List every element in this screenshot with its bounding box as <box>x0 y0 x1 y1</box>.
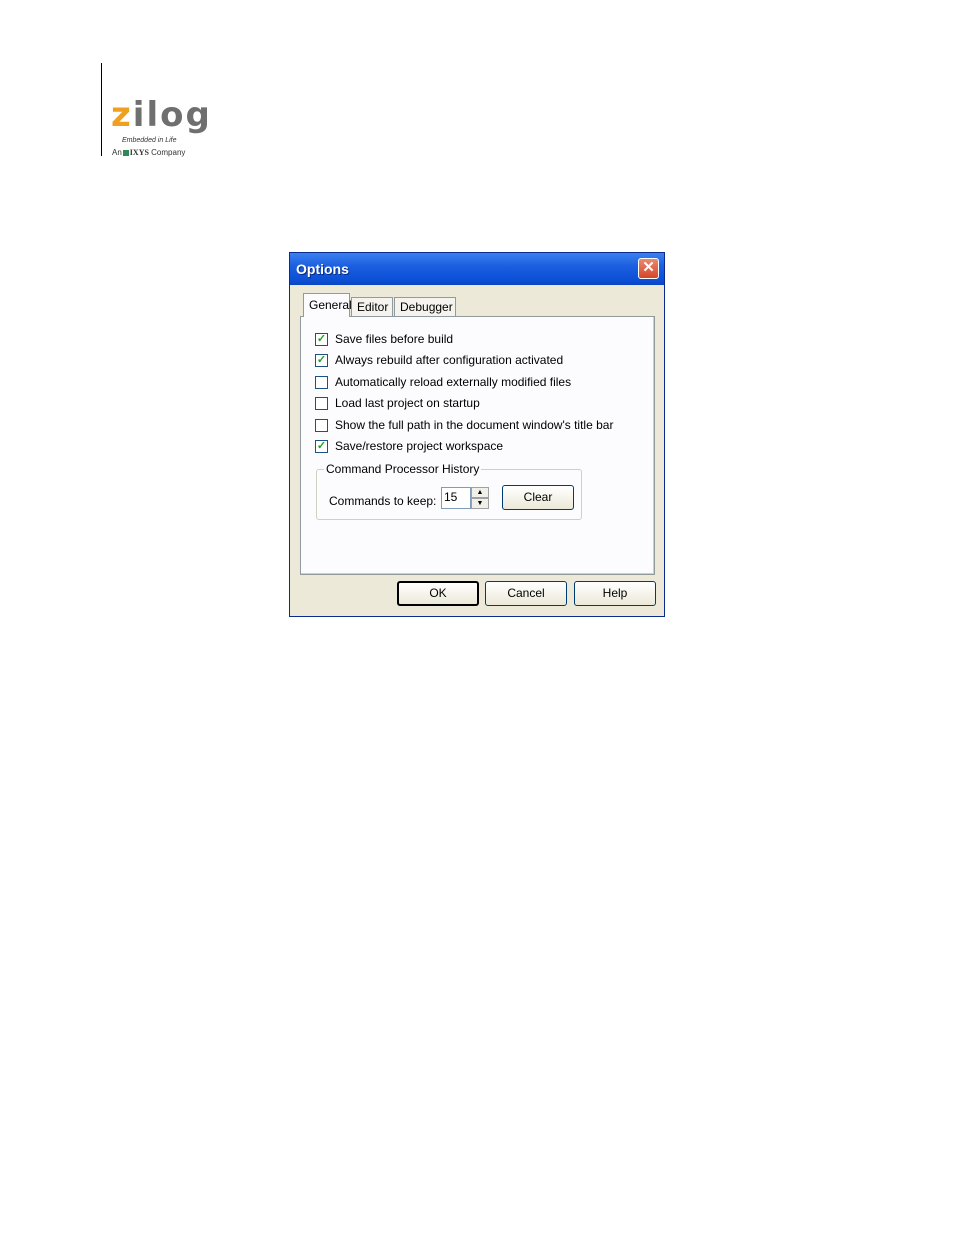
arrow-up-icon: ▲ <box>476 489 484 496</box>
checkmark-icon: ✓ <box>316 353 327 366</box>
option-full-path[interactable]: Show the full path in the document windo… <box>315 417 613 433</box>
option-auto-reload[interactable]: Automatically reload externally modified… <box>315 374 571 390</box>
logo-wordmark: zilog <box>111 95 212 135</box>
help-button[interactable]: Help <box>574 581 656 606</box>
dialog-titlebar[interactable]: Options ✕ <box>290 253 664 285</box>
dialog-client-area: General Editor Debugger ✓ Save files bef… <box>293 285 661 615</box>
option-save-files[interactable]: ✓ Save files before build <box>315 331 453 347</box>
option-label: Save/restore project workspace <box>335 439 504 453</box>
logo-company-line: An IXYS Company <box>112 148 186 157</box>
checkbox-load-last-project[interactable] <box>315 396 328 410</box>
logo-tagline: Embedded in Life <box>122 137 177 144</box>
ok-button[interactable]: OK <box>397 581 479 606</box>
option-label: Always rebuild after configuration activ… <box>335 353 564 367</box>
close-button[interactable]: ✕ <box>638 258 659 279</box>
checkbox-full-path[interactable] <box>315 418 328 432</box>
group-title: Command Processor History <box>324 462 482 476</box>
clear-button[interactable]: Clear <box>502 485 574 510</box>
command-history-group: Command Processor History Commands to ke… <box>316 462 582 520</box>
close-icon: ✕ <box>642 259 655 276</box>
checkmark-icon: ✓ <box>316 332 327 345</box>
checkbox-auto-reload[interactable] <box>315 375 328 389</box>
cancel-button[interactable]: Cancel <box>485 581 567 606</box>
tab-editor[interactable]: Editor <box>351 297 393 316</box>
commands-to-keep-input[interactable]: 15 <box>441 487 471 509</box>
tab-general[interactable]: General <box>303 293 352 317</box>
checkbox-always-rebuild[interactable]: ✓ <box>315 353 328 367</box>
option-load-last-project[interactable]: Load last project on startup <box>315 395 480 411</box>
option-label: Save files before build <box>335 332 454 346</box>
zilog-logo: zilog Embedded in Life An IXYS Company <box>108 98 210 160</box>
option-label: Show the full path in the document windo… <box>335 418 614 432</box>
page-margin-rule <box>101 63 102 156</box>
checkbox-save-restore-workspace[interactable]: ✓ <box>315 439 328 453</box>
tab-debugger[interactable]: Debugger <box>394 297 456 316</box>
spin-down-button[interactable]: ▼ <box>471 498 489 509</box>
checkmark-icon: ✓ <box>316 439 327 452</box>
options-dialog: Options ✕ General Editor Debugger ✓ Save… <box>289 252 665 617</box>
arrow-down-icon: ▼ <box>476 500 484 507</box>
spin-up-button[interactable]: ▲ <box>471 487 489 498</box>
dialog-title: Options <box>296 261 349 277</box>
option-always-rebuild[interactable]: ✓ Always rebuild after configuration act… <box>315 352 563 368</box>
checkbox-save-files[interactable]: ✓ <box>315 332 328 346</box>
option-save-restore-workspace[interactable]: ✓ Save/restore project workspace <box>315 438 503 454</box>
commands-to-keep-label: Commands to keep: <box>329 494 437 508</box>
option-label: Automatically reload externally modified… <box>335 375 572 389</box>
ixys-square-icon <box>122 149 129 156</box>
option-label: Load last project on startup <box>335 396 480 410</box>
general-tab-panel: ✓ Save files before build ✓ Always rebui… <box>300 316 655 575</box>
